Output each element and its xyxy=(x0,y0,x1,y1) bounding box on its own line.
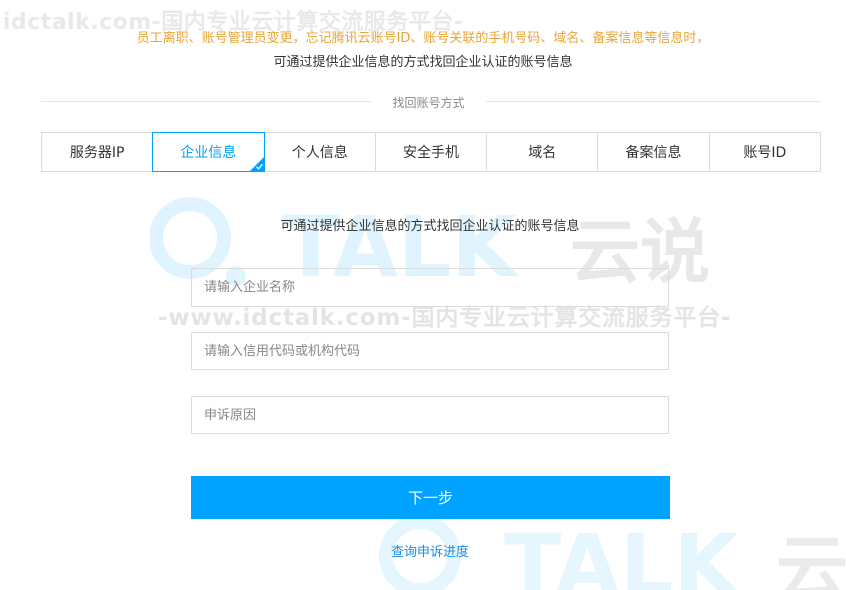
company-name-input[interactable] xyxy=(191,268,669,307)
tab-server-ip[interactable]: 服务器IP xyxy=(42,133,154,171)
tab-label: 服务器IP xyxy=(69,145,125,161)
appeal-reason-input[interactable] xyxy=(191,396,669,434)
tab-label: 域名 xyxy=(528,145,557,161)
recovery-method-tabs: 服务器IP 企业信息 个人信息 安全手机 域名 备案信息 账号ID xyxy=(41,132,821,172)
credit-code-input[interactable] xyxy=(191,332,669,370)
divider-left xyxy=(41,101,371,102)
next-step-button[interactable]: 下一步 xyxy=(191,476,670,519)
notice-description: 可通过提供企业信息的方式找回企业认证的账号信息 xyxy=(273,55,573,70)
tab-label: 账号ID xyxy=(743,145,787,161)
notice-warning-text: 员工离职、账号管理员变更，忘记腾讯云账号ID、账号关联的手机号码、域名、备案信息… xyxy=(136,31,710,46)
tab-account-id[interactable]: 账号ID xyxy=(710,133,820,171)
query-appeal-progress-link[interactable]: 查询申诉进度 xyxy=(0,541,846,560)
tab-domain[interactable]: 域名 xyxy=(487,133,599,171)
divider-right xyxy=(486,101,821,102)
tab-label: 企业信息 xyxy=(180,145,237,161)
tab-security-phone[interactable]: 安全手机 xyxy=(376,133,488,171)
checkmark-icon xyxy=(255,163,263,170)
tab-label: 备案信息 xyxy=(625,145,682,161)
recovery-method-caption: 找回账号方式 xyxy=(392,96,465,110)
form-title: 可通过提供企业信息的方式找回企业认证的账号信息 xyxy=(280,219,580,234)
tab-filing-info[interactable]: 备案信息 xyxy=(598,133,710,171)
tab-label: 安全手机 xyxy=(402,145,459,161)
tab-enterprise-info[interactable]: 企业信息 xyxy=(152,132,265,172)
tab-personal-info[interactable]: 个人信息 xyxy=(265,133,376,171)
tab-label: 个人信息 xyxy=(291,145,348,161)
